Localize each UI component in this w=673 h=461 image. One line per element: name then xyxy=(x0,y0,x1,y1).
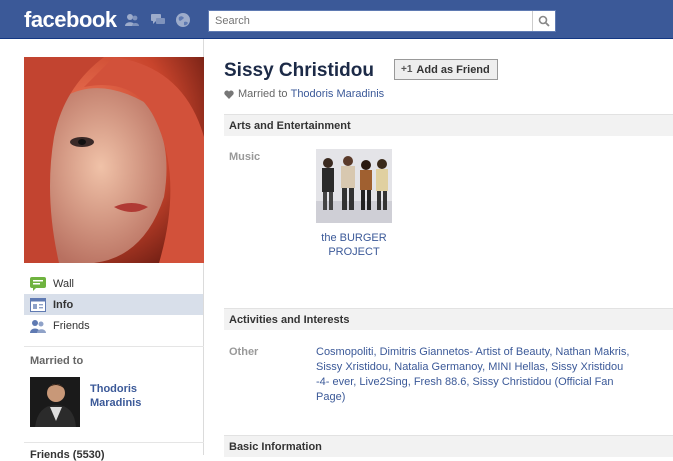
search-icon xyxy=(538,15,550,27)
section-basic-information: Basic Information xyxy=(224,435,673,457)
add-friend-label: Add as Friend xyxy=(416,63,490,76)
married-to-heading: Married to xyxy=(30,355,84,367)
facebook-logo[interactable]: facebook xyxy=(24,7,117,33)
nav-wall[interactable]: Wall xyxy=(24,273,203,294)
search-box xyxy=(208,10,556,32)
sidebar-divider xyxy=(24,346,204,347)
info-icon xyxy=(30,297,46,312)
profile-photo[interactable] xyxy=(24,57,204,263)
add-friend-icon: +1 xyxy=(401,64,413,75)
music-label: Music xyxy=(229,151,261,163)
nav-info[interactable]: Info xyxy=(24,294,203,315)
sidebar-divider-2 xyxy=(24,442,204,443)
nav-wall-label: Wall xyxy=(53,277,74,290)
section-activities-interests: Activities and Interests xyxy=(224,308,673,330)
wall-icon xyxy=(30,276,46,291)
friends-icon xyxy=(30,319,46,333)
top-bar: facebook xyxy=(0,0,673,39)
heart-icon xyxy=(224,90,234,99)
profile-name: Sissy Christidou xyxy=(224,60,374,81)
search-input[interactable] xyxy=(209,11,541,31)
relationship-line: Married to Thodoris Maradinis xyxy=(224,88,384,100)
add-friend-button[interactable]: +1 Add as Friend xyxy=(394,59,498,80)
search-button[interactable] xyxy=(532,11,555,31)
other-label: Other xyxy=(229,346,259,358)
relationship-person-link[interactable]: Thodoris Maradinis xyxy=(291,88,385,100)
friends-heading: Friends (5530) xyxy=(30,449,105,461)
section-arts-entertainment: Arts and Entertainment xyxy=(224,114,673,136)
other-interests-links[interactable]: Cosmopoliti, Dimitris Giannetos- Artist … xyxy=(316,345,636,405)
messages-icon[interactable] xyxy=(150,12,166,28)
burger-project-link[interactable]: the BURGER PROJECT xyxy=(314,231,394,259)
friend-requests-icon[interactable] xyxy=(124,12,140,28)
spouse-name-link[interactable]: Thodoris Maradinis xyxy=(90,382,190,410)
burger-project-photo[interactable] xyxy=(316,149,392,223)
relationship-prefix: Married to xyxy=(238,88,288,100)
nav-friends-label: Friends xyxy=(53,319,90,332)
nav-friends[interactable]: Friends xyxy=(24,315,203,336)
nav-info-label: Info xyxy=(53,298,74,311)
spouse-photo[interactable] xyxy=(30,377,80,427)
notifications-globe-icon[interactable] xyxy=(175,12,191,28)
